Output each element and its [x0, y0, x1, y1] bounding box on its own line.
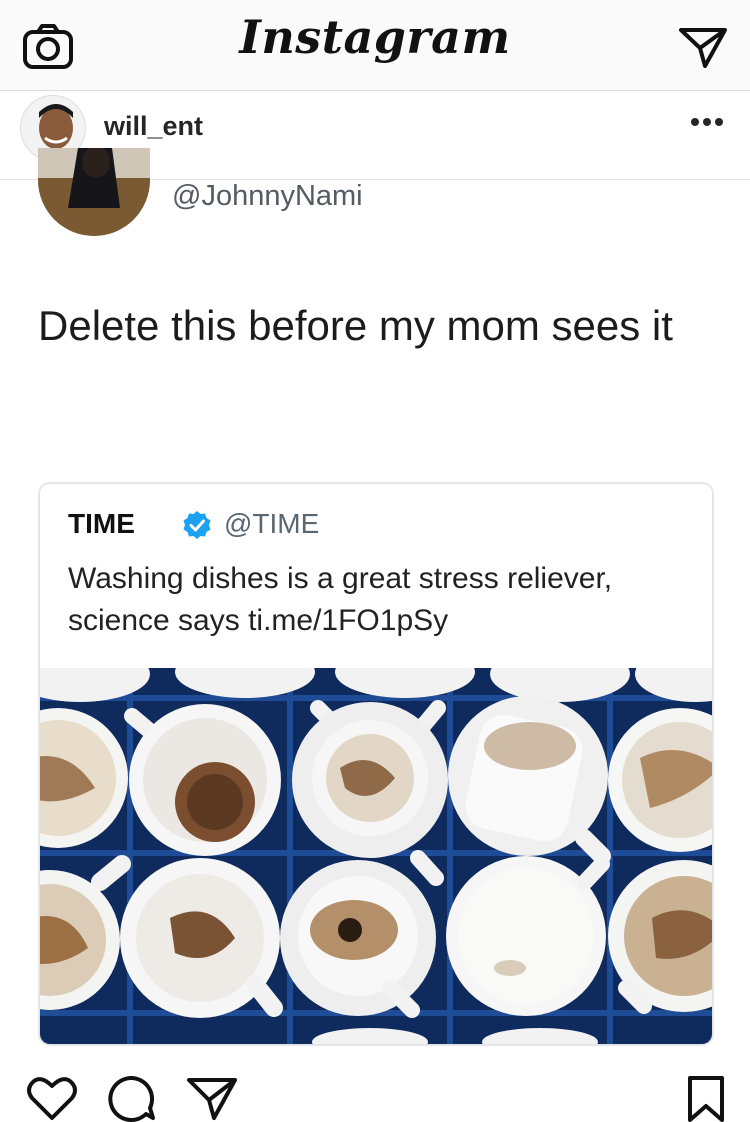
comment-icon[interactable]	[106, 1074, 158, 1122]
quoted-tweet-name: TIME	[68, 508, 135, 539]
heart-icon[interactable]	[26, 1074, 78, 1122]
tweet-text: Delete this before my mom sees it	[38, 302, 673, 349]
bookmark-icon[interactable]	[680, 1074, 732, 1122]
more-options-icon[interactable]	[690, 117, 724, 127]
share-icon[interactable]	[186, 1074, 238, 1122]
quoted-tweet-handle: @TIME	[224, 508, 320, 539]
tweet-author-avatar	[38, 148, 150, 236]
verified-badge-icon	[183, 511, 211, 539]
post-username[interactable]: will_ent	[104, 111, 203, 142]
app-title: Instagram	[239, 10, 511, 64]
app-header: Instagram	[0, 0, 750, 91]
direct-message-icon[interactable]	[678, 24, 728, 70]
post-actions	[0, 1060, 750, 1122]
dirty-mugs-photo	[40, 668, 712, 1044]
quoted-tweet-text: Washing dishes is a great stress relieve…	[68, 562, 613, 637]
quoted-tweet-card[interactable]: TIME @TIME Washing dishes is a great str…	[38, 482, 714, 1046]
tweet-handle: @JohnnyNami	[172, 180, 363, 212]
